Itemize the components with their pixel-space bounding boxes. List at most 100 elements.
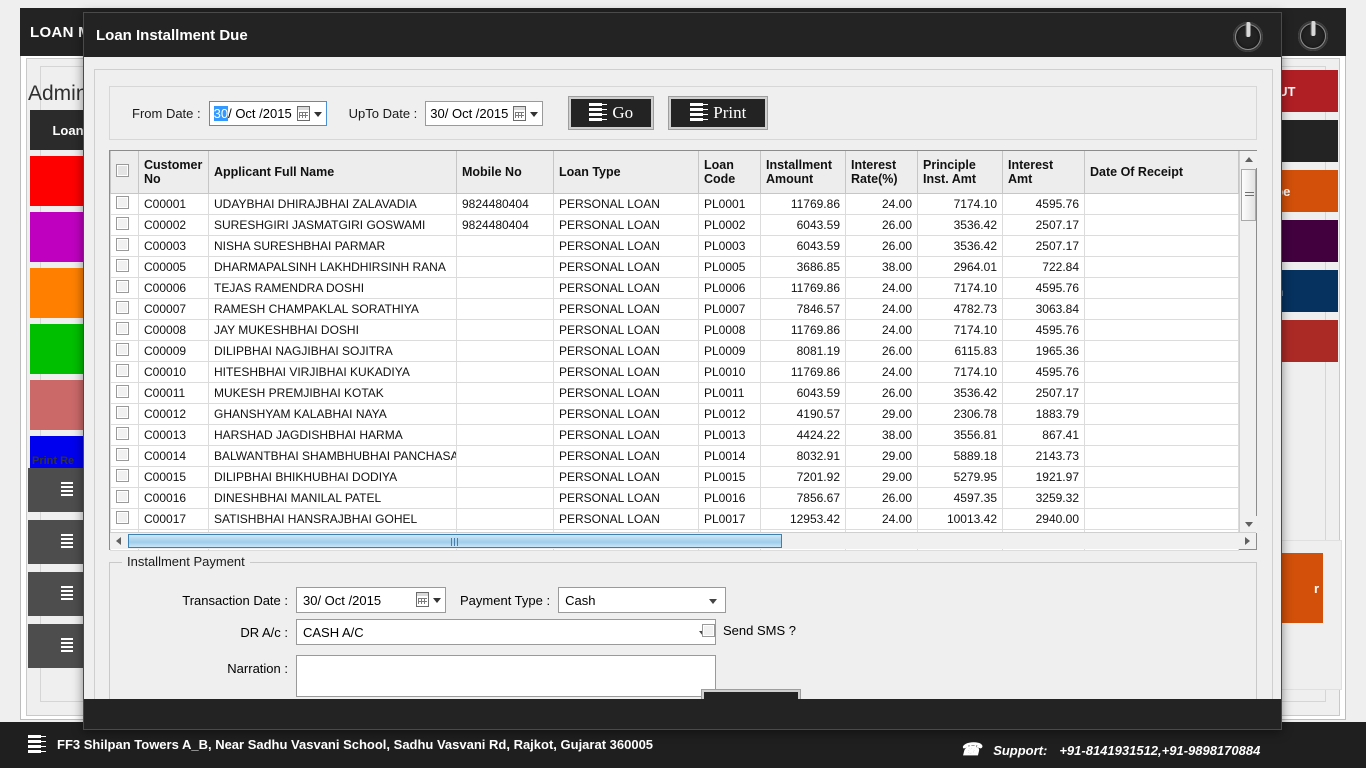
row-checkbox[interactable]: [116, 426, 129, 440]
cell-installment-amount: 8032.91: [760, 444, 846, 467]
horizontal-scroll-thumb[interactable]: [128, 534, 782, 548]
row-checkbox[interactable]: [116, 321, 129, 335]
go-button[interactable]: Go: [568, 96, 655, 130]
grid-vertical-scrollbar[interactable]: [1239, 151, 1257, 533]
cell-principle-inst-amt: 7174.10: [917, 276, 1003, 299]
calendar-icon[interactable]: [296, 105, 310, 121]
table-row[interactable]: C00007 RAMESH CHAMPAKLAL SORATHIYA PERSONA…: [110, 297, 1239, 320]
row-checkbox[interactable]: [116, 384, 129, 398]
row-checkbox[interactable]: [116, 510, 129, 524]
grid-icon: [61, 638, 73, 654]
row-checkbox[interactable]: [116, 216, 129, 230]
table-row[interactable]: C00001 UDAYBHAI DHIRAJBHAI ZALAVADIA 98244…: [110, 192, 1239, 215]
row-checkbox[interactable]: [116, 279, 129, 293]
table-row[interactable]: C00006 TEJAS RAMENDRA DOSHI PERSONAL LOAN P…: [110, 276, 1239, 299]
row-checkbox[interactable]: [116, 489, 129, 503]
from-date-input[interactable]: 30/ Oct /2015: [208, 100, 327, 126]
table-row[interactable]: C00009 DILIPBHAI NAGJIBHAI SOJITRA PERSONA…: [110, 339, 1239, 362]
table-row[interactable]: C00014 BALWANTBHAI SHAMBHUBHAI PANCHASARA…: [110, 444, 1239, 467]
row-select-cell[interactable]: [110, 192, 139, 215]
scroll-up-button[interactable]: [1240, 151, 1257, 168]
calendar-icon[interactable]: [513, 105, 527, 121]
col-interest-amt[interactable]: Interest Amt: [1002, 151, 1085, 194]
table-row[interactable]: C00016 DINESHBHAI MANILAL PATEL PERSONAL L…: [110, 486, 1239, 509]
transaction-date-input[interactable]: 30/ Oct /2015: [296, 587, 446, 613]
send-sms-option[interactable]: Send SMS ?: [702, 623, 796, 638]
row-select-cell[interactable]: [110, 465, 139, 488]
scroll-left-button[interactable]: [110, 533, 127, 549]
chevron-down-icon[interactable]: [313, 111, 322, 117]
row-checkbox[interactable]: [116, 363, 129, 377]
chevron-down-icon[interactable]: [709, 599, 718, 604]
row-select-cell[interactable]: [110, 318, 139, 341]
col-loan-code[interactable]: Loan Code: [698, 151, 761, 194]
table-row[interactable]: C00013 HARSHAD JAGDISHBHAI HARMA PERSONAL …: [110, 423, 1239, 446]
upto-date-input[interactable]: 30/ Oct /2015: [425, 100, 544, 126]
payment-type-select[interactable]: Cash: [558, 587, 727, 613]
chevron-down-icon[interactable]: [530, 111, 539, 117]
row-select-cell[interactable]: [110, 402, 139, 425]
row-select-cell[interactable]: [110, 381, 139, 404]
col-mobile-no[interactable]: Mobile No: [456, 151, 554, 194]
row-checkbox[interactable]: [116, 300, 129, 314]
scroll-right-button[interactable]: [1239, 533, 1256, 549]
dr-account-value: CASH A/C: [303, 624, 364, 640]
col-principle-inst-amt[interactable]: Principle Inst. Amt: [917, 151, 1003, 194]
select-all-header[interactable]: [110, 151, 139, 194]
table-row[interactable]: C00012 GHANSHYAM KALABHAI NAYA PERSONAL LO…: [110, 402, 1239, 425]
table-row[interactable]: C00003 NISHA SURESHBHAI PARMAR PERSONAL LO…: [110, 234, 1239, 257]
col-applicant-name[interactable]: Applicant Full Name: [208, 151, 457, 194]
table-row[interactable]: C00015 DILIPBHAI BHIKHUBHAI DODIYA PERSONA…: [110, 465, 1239, 488]
dialog-power-button[interactable]: [1225, 19, 1271, 55]
calendar-icon[interactable]: [416, 592, 429, 607]
row-select-cell[interactable]: [110, 255, 139, 278]
col-date-of-receipt[interactable]: Date Of Receipt: [1084, 151, 1239, 194]
row-select-cell[interactable]: [110, 339, 139, 362]
table-row[interactable]: C00011 MUKESH PREMJIBHAI KOTAK PERSONAL LO…: [110, 381, 1239, 404]
grid-horizontal-scrollbar[interactable]: [110, 532, 1256, 549]
row-select-cell[interactable]: [110, 360, 139, 383]
row-select-cell[interactable]: [110, 486, 139, 509]
row-checkbox[interactable]: [116, 468, 129, 482]
print-button[interactable]: Print: [668, 96, 769, 130]
row-select-cell[interactable]: [110, 507, 139, 530]
vertical-scroll-thumb[interactable]: [1241, 169, 1256, 221]
select-all-checkbox[interactable]: [116, 163, 129, 177]
row-select-cell[interactable]: [110, 297, 139, 320]
row-select-cell[interactable]: [110, 444, 139, 467]
row-checkbox[interactable]: [116, 195, 129, 209]
table-row[interactable]: C00017 SATISHBHAI HANSRAJBHAI GOHEL PERSON…: [110, 507, 1239, 530]
cell-interest-amt: 2507.17: [1002, 381, 1085, 404]
cell-interest-amt: 4595.76: [1002, 360, 1085, 383]
narration-input[interactable]: [296, 655, 716, 697]
row-select-cell[interactable]: [110, 276, 139, 299]
row-checkbox[interactable]: [116, 258, 129, 272]
row-select-cell[interactable]: [110, 423, 139, 446]
col-customer-no[interactable]: Customer No: [138, 151, 209, 194]
row-checkbox[interactable]: [116, 342, 129, 356]
dr-account-select[interactable]: CASH A/C: [296, 619, 716, 645]
chevron-down-icon[interactable]: [433, 598, 441, 603]
footer-support-block: ☎ Support: +91-8141931512,+91-9898170884: [960, 740, 1260, 760]
send-sms-checkbox[interactable]: [702, 624, 715, 637]
table-row[interactable]: C00005 DHARMAPALSINH LAKHDHIRSINH RANA PER…: [110, 255, 1239, 278]
table-row[interactable]: C00010 HITESHBHAI VIRJIBHAI KUKADIYA PERSO…: [110, 360, 1239, 383]
col-interest-rate[interactable]: Interest Rate(%): [845, 151, 918, 194]
table-row[interactable]: C00002 SURESHGIRI JASMATGIRI GOSWAMI 98244…: [110, 213, 1239, 236]
row-checkbox[interactable]: [116, 405, 129, 419]
cell-loan-type: PERSONAL LOAN: [553, 318, 699, 341]
row-select-cell[interactable]: [110, 213, 139, 236]
row-select-cell[interactable]: [110, 234, 139, 257]
col-loan-type[interactable]: Loan Type: [553, 151, 699, 194]
row-checkbox[interactable]: [116, 447, 129, 461]
cell-applicant-name: MUKESH PREMJIBHAI KOTAK: [208, 381, 457, 404]
col-installment-amount[interactable]: Installment Amount: [760, 151, 846, 194]
cell-loan-type: PERSONAL LOAN: [553, 486, 699, 509]
background-power-button[interactable]: [1290, 18, 1336, 54]
row-checkbox[interactable]: [116, 237, 129, 251]
from-date-day-part: 30: [213, 105, 229, 121]
table-row[interactable]: C00008 JAY MUKESHBHAI DOSHI PERSONAL LOAN P…: [110, 318, 1239, 341]
cell-principle-inst-amt: 5889.18: [917, 444, 1003, 467]
scroll-down-button[interactable]: [1240, 516, 1257, 533]
cell-loan-type: PERSONAL LOAN: [553, 360, 699, 383]
